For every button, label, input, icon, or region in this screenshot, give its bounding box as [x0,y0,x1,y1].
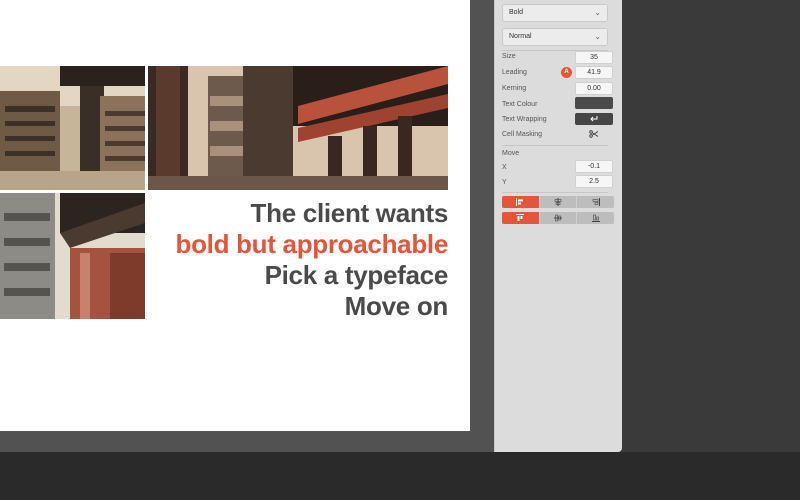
text-colour-label: Text Colour [502,101,538,108]
align-center-icon [554,198,562,206]
leading-label: Leading [502,69,527,76]
kerning-label: Kerning [502,85,527,92]
font-weight-value: Bold [509,9,524,16]
headline-line-1: The client wants [250,198,449,228]
auto-leading-icon[interactable]: A [561,67,572,78]
align-right-button[interactable] [577,196,614,208]
photo-concrete-facade[interactable] [0,193,145,319]
headline-text-block[interactable]: The client wants bold but approachable P… [176,198,449,322]
chevron-down-icon: ⌄ [594,8,601,17]
return-arrow-icon [590,116,598,122]
font-weight-dropdown[interactable]: Bold ⌄ [502,4,608,22]
text-colour-swatch[interactable] [575,97,613,109]
headline-line-3: Pick a typeface [264,260,449,290]
align-bottom-button[interactable] [577,212,614,224]
size-label: Size [502,53,516,60]
align-left-button[interactable] [502,196,540,208]
align-right-icon [592,198,600,206]
align-middle-icon [554,214,562,222]
workspace-bottom-area [0,452,800,500]
photo-red-concrete-tower[interactable] [148,66,448,190]
size-field[interactable]: 35 [575,51,613,64]
align-left-icon [516,198,524,206]
align-top-icon [516,214,525,221]
align-top-button[interactable] [502,212,540,224]
kerning-field[interactable]: 0.00 [575,82,613,95]
y-position-field[interactable]: 2.5 [575,175,613,188]
artboard[interactable]: The client wants bold but approachable P… [0,0,470,431]
headline-line-4: Move on [344,291,449,321]
panel-divider [502,192,608,193]
photo-brutalist-courtyard[interactable] [0,66,145,190]
workspace-right-area [622,0,800,452]
cell-masking-button[interactable] [575,128,613,140]
align-middle-button[interactable] [540,212,578,224]
chevron-down-icon: ⌄ [594,32,601,41]
font-style-dropdown[interactable]: Normal ⌄ [502,28,608,46]
y-label: Y [502,179,507,186]
align-bottom-icon [591,214,600,222]
leading-field[interactable]: 41.9 [575,66,613,79]
horizontal-align-group [502,196,614,208]
move-section-label: Move [502,150,520,157]
x-position-field[interactable]: -0.1 [575,160,613,173]
panel-divider [502,145,608,146]
scissors-icon [589,130,599,138]
cell-masking-label: Cell Masking [502,131,543,138]
font-style-value: Normal [509,33,532,40]
text-wrapping-label: Text Wrapping [502,116,547,123]
text-wrapping-toggle[interactable] [575,113,613,125]
x-label: X [502,164,507,171]
align-center-button[interactable] [540,196,578,208]
vertical-align-group [502,212,614,224]
headline-line-2: bold but approachable [175,229,449,259]
